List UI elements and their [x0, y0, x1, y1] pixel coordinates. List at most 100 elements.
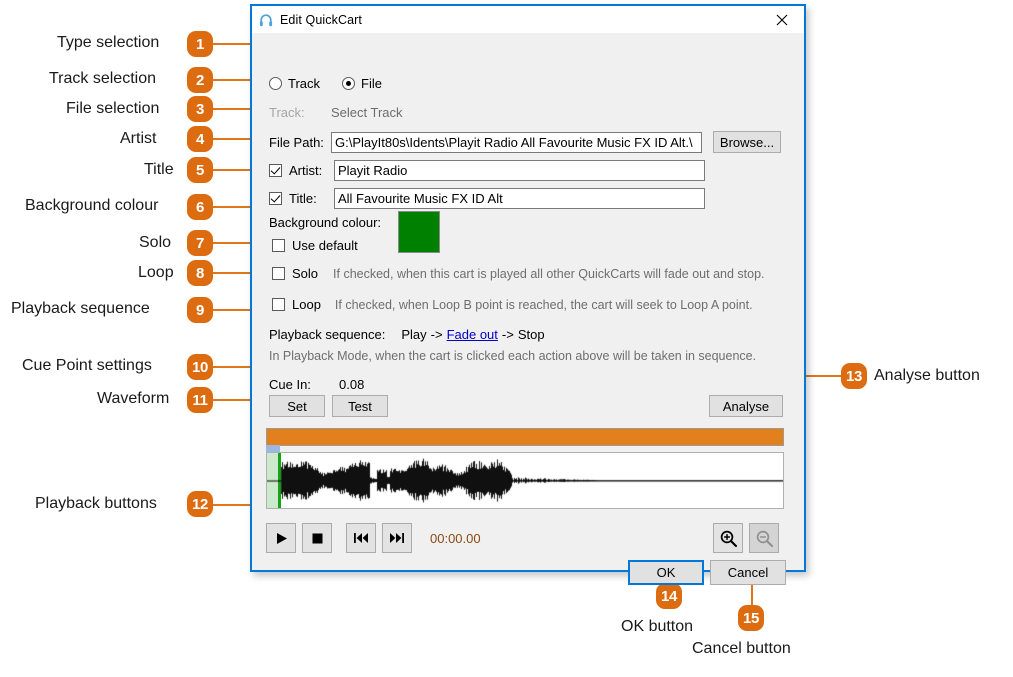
sequence-step-fadeout-link[interactable]: Fade out [447, 327, 498, 342]
zoom-in-button[interactable] [713, 523, 743, 553]
dialog-titlebar[interactable]: Edit QuickCart [252, 6, 804, 33]
sequence-step-stop: Stop [517, 327, 545, 342]
annotation-label-13: Analyse button [874, 367, 980, 384]
annotation-label-6: Background colour [25, 197, 159, 214]
cue-in-label: Cue In: [269, 377, 311, 392]
dialog-title: Edit QuickCart [280, 12, 362, 27]
annotation-badge-4: 4 [187, 126, 213, 152]
browse-button[interactable]: Browse... [713, 131, 781, 153]
annotation-badge-3: 3 [187, 96, 213, 122]
play-icon [276, 532, 287, 544]
playback-sequence-hint: In Playback Mode, when the cart is click… [269, 349, 757, 363]
waveform-display[interactable] [266, 452, 784, 509]
annotation-label-12: Playback buttons [35, 495, 157, 512]
zoom-out-icon [756, 530, 773, 547]
title-input[interactable]: All Favourite Music FX ID Alt [334, 188, 705, 209]
background-colour-swatch[interactable] [398, 211, 440, 253]
headphones-icon [257, 11, 275, 29]
title-checkbox[interactable] [269, 192, 282, 205]
track-value[interactable]: Select Track [331, 105, 403, 120]
annotation-badge-12: 12 [187, 491, 213, 517]
annotation-badge-7: 7 [187, 230, 213, 256]
annotation-badge-9: 9 [187, 297, 213, 323]
solo-row: Solo If checked, when this cart is playe… [272, 266, 765, 281]
cancel-button[interactable]: Cancel [710, 560, 786, 585]
artist-checkbox[interactable] [269, 164, 282, 177]
background-colour-label: Background colour: [269, 215, 382, 230]
radio-file-label: File [361, 76, 382, 91]
zoom-controls [713, 523, 779, 553]
annotation-badge-5: 5 [187, 157, 213, 183]
annotation-badge-13: 13 [841, 363, 867, 389]
rewind-icon [354, 533, 368, 543]
annotation-badge-10: 10 [187, 354, 213, 380]
loop-checkbox[interactable] [272, 298, 285, 311]
file-path-row: File Path: G:\PlayIt80s\Idents\Playit Ra… [269, 131, 781, 153]
annotation-badge-1: 1 [187, 31, 213, 57]
artist-label: Artist: [289, 163, 323, 178]
loop-label: Loop [292, 297, 321, 312]
analyse-button[interactable]: Analyse [709, 395, 783, 417]
artist-input[interactable]: Playit Radio [334, 160, 705, 181]
playback-sequence-row: Playback sequence: Play -> Fade out -> S… [269, 327, 545, 342]
use-default-row: Use default [272, 238, 358, 253]
annotation-label-4: Artist [120, 130, 157, 147]
annotation-label-10: Cue Point settings [22, 357, 152, 374]
annotation-label-14: OK button [621, 618, 694, 635]
cue-set-button[interactable]: Set [269, 395, 325, 417]
file-path-label: File Path: [269, 134, 324, 150]
annotation-label-3: File selection [66, 100, 160, 117]
fast-forward-button[interactable] [382, 523, 412, 553]
annotation-badge-14: 14 [656, 583, 682, 609]
loop-row: Loop If checked, when Loop B point is re… [272, 297, 753, 312]
annotation-label-9: Playback sequence [11, 300, 150, 317]
annotation-label-5: Title [144, 161, 174, 178]
track-selection-row: Track: Select Track [269, 105, 403, 120]
waveform-panel [266, 428, 784, 509]
annotation-label-7: Solo [139, 234, 172, 251]
artist-row: Artist: Playit Radio [269, 160, 705, 181]
use-default-checkbox[interactable] [272, 239, 285, 252]
loop-hint: If checked, when Loop B point is reached… [334, 297, 753, 312]
background-colour-label-row: Background colour: [269, 215, 381, 230]
transport-controls: 00:00.00 [266, 523, 481, 553]
solo-checkbox[interactable] [272, 267, 285, 280]
close-icon[interactable] [759, 6, 804, 33]
sequence-step-play: Play [401, 327, 427, 342]
waveform-overview-scrollbar[interactable] [266, 428, 784, 446]
annotation-label-2: Track selection [49, 70, 156, 87]
annotation-badge-6: 6 [187, 194, 213, 220]
rewind-button[interactable] [346, 523, 376, 553]
waveform-canvas [267, 453, 783, 508]
solo-label: Solo [292, 266, 319, 281]
stop-icon [312, 533, 322, 543]
zoom-in-icon [720, 530, 737, 547]
play-button[interactable] [266, 523, 296, 553]
annotation-label-8: Loop [138, 264, 174, 281]
use-default-label: Use default [292, 238, 358, 253]
type-selection-group: Track File [269, 76, 382, 91]
sequence-arrow-1: -> [430, 327, 443, 342]
playback-sequence-hint-row: In Playback Mode, when the cart is click… [269, 349, 756, 363]
fast-forward-icon [390, 533, 404, 543]
radio-file[interactable] [342, 77, 356, 90]
transport-timecode: 00:00.00 [430, 530, 481, 546]
annotation-badge-11: 11 [187, 387, 213, 413]
file-path-input[interactable]: G:\PlayIt80s\Idents\Playit Radio All Fav… [331, 131, 702, 153]
annotation-label-1: Type selection [57, 34, 160, 51]
sequence-arrow-2: -> [501, 327, 514, 342]
cue-in-value: 0.08 [339, 377, 365, 392]
playback-sequence-label: Playback sequence: [269, 327, 386, 342]
ok-button[interactable]: OK [628, 560, 704, 585]
solo-hint: If checked, when this cart is played all… [333, 266, 765, 281]
title-label: Title: [289, 191, 317, 206]
cue-test-button[interactable]: Test [332, 395, 388, 417]
stop-button[interactable] [302, 523, 332, 553]
annotation-badge-8: 8 [187, 260, 213, 286]
zoom-out-button[interactable] [749, 523, 779, 553]
title-row: Title: All Favourite Music FX ID Alt [269, 188, 705, 209]
annotation-label-11: Waveform [97, 390, 170, 407]
annotation-badge-2: 2 [187, 67, 213, 93]
edit-quickcart-dialog: Edit QuickCart Track File Track: Select … [250, 4, 806, 585]
radio-track[interactable] [269, 77, 282, 90]
